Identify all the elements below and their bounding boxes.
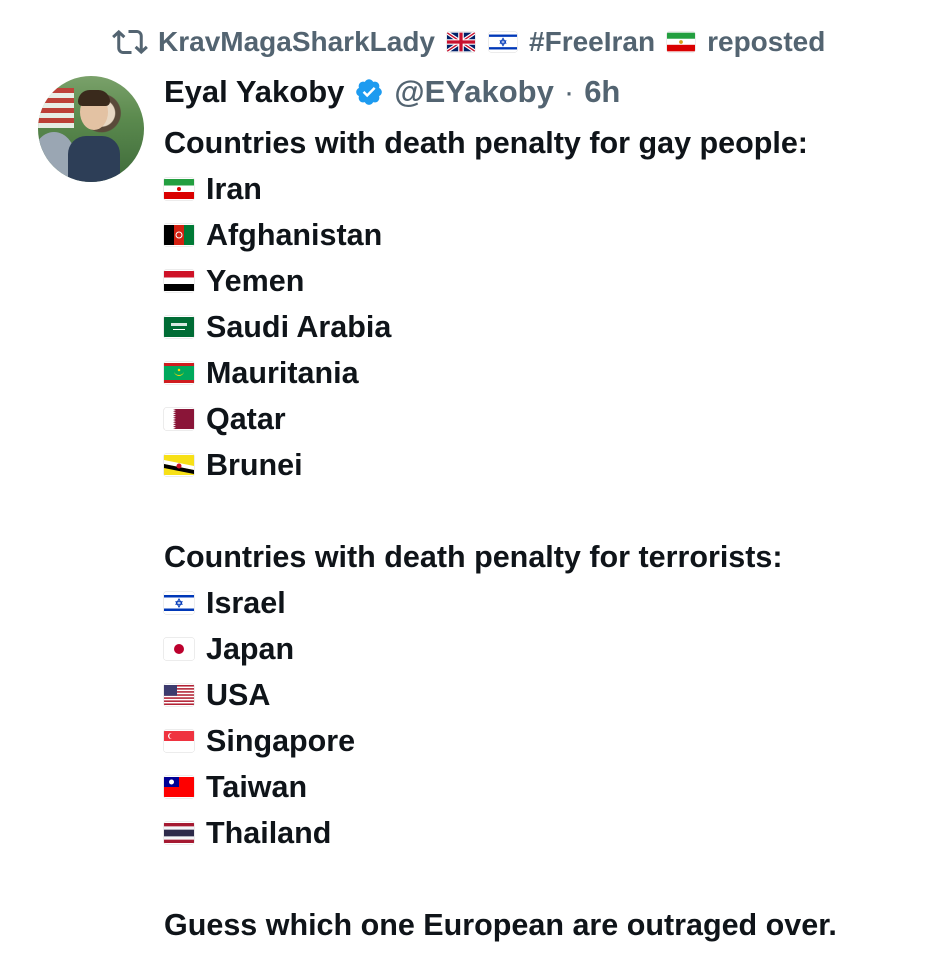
brunei-flag-icon [164, 454, 194, 476]
author-row: Eyal Yakoby @EYakoby · 6h [164, 72, 918, 112]
list-item: USA [164, 672, 918, 718]
qatar-flag-icon [164, 408, 194, 430]
post: Eyal Yakoby @EYakoby · 6h Countries with… [164, 72, 918, 948]
list-item: Israel [164, 580, 918, 626]
country-name: Japan [206, 632, 295, 666]
list-item: Saudi Arabia [164, 304, 918, 350]
yemen-flag-icon [164, 270, 194, 292]
list-item: Thailand [164, 810, 918, 856]
country-name: Singapore [206, 724, 356, 758]
list-item: Singapore [164, 718, 918, 764]
japan-flag-icon [164, 638, 194, 660]
country-name: Mauritania [206, 356, 359, 390]
author-handle[interactable]: @EYakoby [394, 74, 553, 110]
separator-dot: · [563, 74, 575, 109]
list-item: Afghanistan [164, 212, 918, 258]
list-item: Mauritania [164, 350, 918, 396]
country-name: Saudi Arabia [206, 310, 392, 344]
iran-flag-icon [164, 178, 194, 200]
afghanistan-flag-icon [164, 224, 194, 246]
post-closing-line: Guess which one European are outraged ov… [164, 908, 837, 942]
israel-flag-icon [489, 32, 518, 52]
taiwan-flag-icon [164, 776, 194, 798]
repost-header: KravMagaSharkLady #FreeIran reposted [112, 24, 825, 60]
repost-hashtag[interactable]: #FreeIran [529, 26, 655, 58]
repost-icon [112, 24, 148, 60]
post-timestamp[interactable]: 6h [584, 74, 620, 110]
author-avatar[interactable] [38, 76, 144, 182]
author-name[interactable]: Eyal Yakoby [164, 74, 344, 110]
thailand-flag-icon [164, 822, 194, 844]
country-name: Brunei [206, 448, 303, 482]
israel-flag-icon [164, 592, 194, 614]
list-item: Yemen [164, 258, 918, 304]
list-heading-gay-penalty: Countries with death penalty for gay peo… [164, 126, 808, 160]
repost-user-link[interactable]: KravMagaSharkLady [158, 26, 435, 58]
list-item: Japan [164, 626, 918, 672]
country-name: Iran [206, 172, 262, 206]
list-item: Taiwan [164, 764, 918, 810]
repost-label: reposted [707, 26, 826, 57]
country-name: Yemen [206, 264, 305, 298]
list-item: Qatar [164, 396, 918, 442]
mauritania-flag-icon [164, 362, 194, 384]
country-name: Thailand [206, 816, 332, 850]
country-name: Qatar [206, 402, 286, 436]
country-name: USA [206, 678, 271, 712]
list-item: Iran [164, 166, 918, 212]
post-body: Countries with death penalty for gay peo… [164, 120, 918, 948]
iran-lion-sun-flag-icon [667, 32, 696, 52]
country-name: Afghanistan [206, 218, 383, 252]
singapore-flag-icon [164, 730, 194, 752]
list-item: Brunei [164, 442, 918, 488]
usa-flag-icon [164, 684, 194, 706]
verified-badge-icon [354, 77, 384, 107]
country-name: Taiwan [206, 770, 308, 804]
list-heading-terrorist-penalty: Countries with death penalty for terrori… [164, 540, 783, 574]
country-name: Israel [206, 586, 286, 620]
uk-flag-icon [447, 32, 476, 52]
saudi-arabia-flag-icon [164, 316, 194, 338]
